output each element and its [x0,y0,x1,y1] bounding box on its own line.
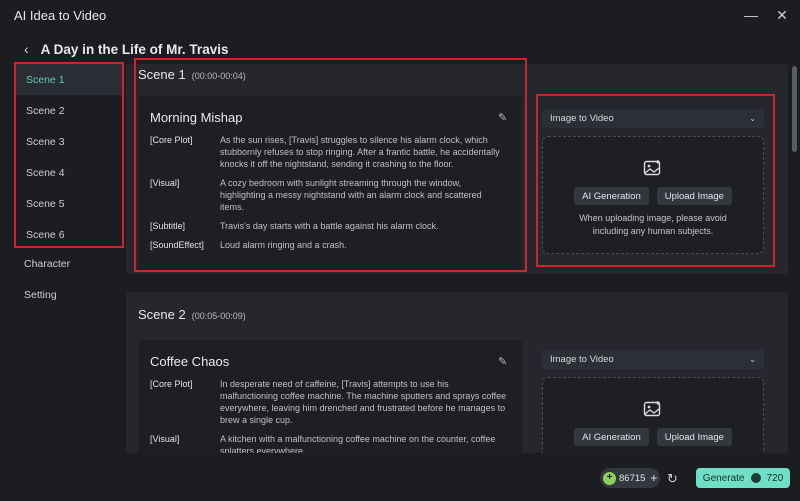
mode-select-value: Image to Video [550,354,614,365]
script-row: [Visual] A kitchen with a malfunctioning … [150,433,508,453]
page-header: ‹ A Day in the Life of Mr. Travis [24,40,228,58]
upload-image-button[interactable]: Upload Image [656,187,732,205]
sidebar: Scene 1 Scene 2 Scene 3 Scene 4 Scene 5 … [14,62,124,310]
sidebar-item-scene-6[interactable]: Scene 6 [16,219,122,250]
ai-generation-button[interactable]: AI Generation [574,428,649,446]
upload-hint: When uploading image, please avoid inclu… [579,213,727,236]
script-row: [Subtitle] Travis's day starts with a bat… [150,220,508,232]
scene-script-card: Coffee Chaos ✎ [Core Plot] In desperate n… [138,340,522,453]
sidebar-item-label: Scene 5 [26,197,65,210]
row-label: [Subtitle] [150,221,186,231]
add-credits-icon[interactable]: + [650,471,657,485]
generate-label: Generate [702,472,745,484]
scene-title: Morning Mishap [150,110,243,125]
row-value: Loud alarm ringing and a crash. [220,240,347,250]
image-icon [643,401,661,417]
scene-time: (00:00-00:04) [191,71,246,81]
script-rows: [Core Plot] In desperate need of caffeine… [150,378,508,453]
scene-heading: Scene 2 (00:05-00:09) [138,307,246,322]
refresh-icon[interactable]: ↻ [667,471,678,487]
scene-name: Scene 2 [138,307,186,322]
card-header: Coffee Chaos ✎ [150,354,510,369]
sidebar-item-character[interactable]: Character [14,248,124,279]
mode-select-value: Image to Video [550,113,614,124]
mode-select[interactable]: Image to Video ⌄ [542,350,764,369]
image-icon [643,160,661,176]
row-label: [Visual] [150,434,180,444]
sidebar-item-scene-4[interactable]: Scene 4 [16,157,122,188]
generate-button[interactable]: Generate 720 [696,468,790,488]
credits-badge[interactable]: + 86715 + [600,468,660,488]
page-title: A Day in the Life of Mr. Travis [40,41,229,57]
row-label: [Core Plot] [150,135,193,145]
pencil-edit-icon[interactable]: ✎ [498,356,510,368]
sidebar-item-label: Setting [24,288,57,301]
row-value: A cozy bedroom with sunlight streaming t… [220,178,482,212]
sidebar-item-scene-5[interactable]: Scene 5 [16,188,122,219]
scene-script-card: Morning Mishap ✎ [Core Plot] As the sun r… [138,96,522,272]
close-icon[interactable]: ✕ [776,8,788,22]
row-value: Travis's day starts with a battle agains… [220,221,439,231]
dropzone-buttons: AI Generation Upload Image [543,187,763,205]
sidebar-item-scene-1[interactable]: Scene 1 [16,64,122,95]
row-value: In desperate need of caffeine, [Travis] … [220,379,507,425]
sidebar-item-label: Scene 3 [26,135,65,148]
row-label: [Core Plot] [150,379,193,389]
sidebar-item-label: Scene 6 [26,228,65,241]
scene-list: Scene 1 Scene 2 Scene 3 Scene 4 Scene 5 … [14,62,124,248]
sidebar-item-label: Character [24,257,71,270]
scene-time: (00:05-00:09) [191,311,246,321]
script-row: [SoundEffect] Loud alarm ringing and a cr… [150,239,508,251]
sidebar-item-scene-2[interactable]: Scene 2 [16,95,122,126]
minimize-icon[interactable]: — [744,8,758,22]
sidebar-item-label: Scene 2 [26,104,65,117]
image-dropzone[interactable]: AI Generation Upload Image [542,377,764,453]
script-row: [Core Plot] In desperate need of caffeine… [150,378,508,426]
row-value: As the sun rises, [Travis] struggles to … [220,135,500,169]
row-label: [Visual] [150,178,180,188]
scene-panel: Scene 1 (00:00-00:04) Morning Mishap ✎ [… [126,64,788,274]
ai-generation-button[interactable]: AI Generation [574,187,649,205]
mode-select[interactable]: Image to Video ⌄ [542,109,764,128]
script-row: [Core Plot] As the sun rises, [Travis] st… [150,134,508,170]
sidebar-item-label: Scene 1 [26,73,65,86]
row-label: [SoundEffect] [150,240,204,250]
scene-panel: Scene 2 (00:05-00:09) Coffee Chaos ✎ [Co… [126,292,788,453]
scene-heading: Scene 1 (00:00-00:04) [138,67,246,82]
chevron-down-icon: ⌄ [749,114,756,123]
chevron-down-icon: ⌄ [749,355,756,364]
credit-coin-icon [750,473,761,483]
sidebar-item-label: Scene 4 [26,166,65,179]
scene-content: Scene 1 (00:00-00:04) Morning Mishap ✎ [… [126,58,788,453]
dropzone-buttons: AI Generation Upload Image [543,428,763,446]
scrollbar-thumb[interactable] [792,66,797,152]
scene-name: Scene 1 [138,67,186,82]
sidebar-extra: Character Setting [14,248,124,310]
credit-coin-icon: + [603,471,616,485]
pencil-edit-icon[interactable]: ✎ [498,112,510,124]
back-chevron-icon[interactable]: ‹ [24,41,29,57]
app-title: AI Idea to Video [14,7,107,23]
sidebar-item-scene-3[interactable]: Scene 3 [16,126,122,157]
row-value: A kitchen with a malfunctioning coffee m… [220,434,496,453]
script-rows: [Core Plot] As the sun rises, [Travis] st… [150,134,508,258]
window-controls: — ✕ [744,8,788,22]
media-column: Image to Video ⌄ AI Generation Upload Im… [542,109,764,254]
bottom-bar [0,454,800,501]
generate-cost: 720 [766,472,784,484]
media-column: Image to Video ⌄ AI Generation Upload Im… [542,350,764,453]
script-row: [Visual] A cozy bedroom with sunlight str… [150,177,508,213]
sidebar-item-setting[interactable]: Setting [14,279,124,310]
scene-title: Coffee Chaos [150,354,230,369]
card-header: Morning Mishap ✎ [150,110,510,125]
title-bar: AI Idea to Video — ✕ [0,0,800,30]
image-dropzone[interactable]: AI Generation Upload Image When uploadin… [542,136,764,254]
credits-count: 86715 [619,472,646,484]
upload-image-button[interactable]: Upload Image [656,428,732,446]
